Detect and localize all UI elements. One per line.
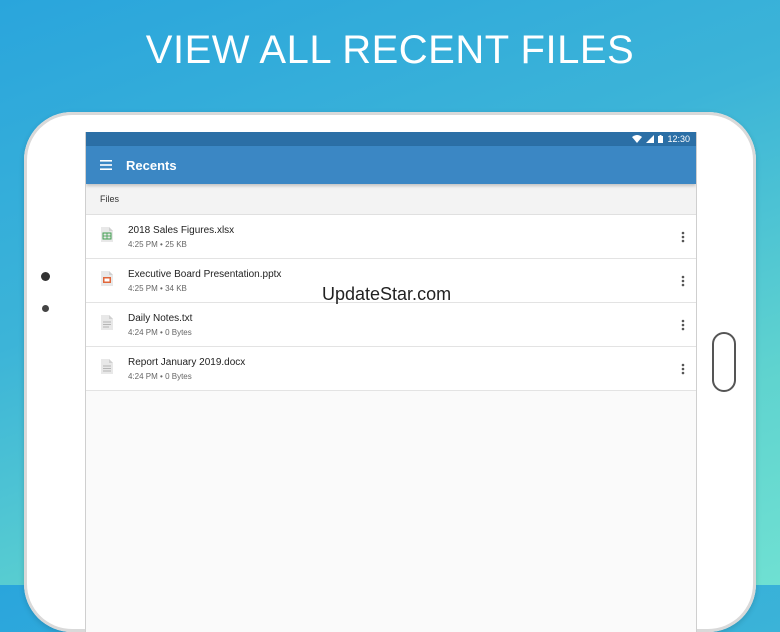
file-meta: 4:24 PM • 0 Bytes (128, 371, 192, 381)
text-file-icon (101, 314, 113, 335)
section-header-files: Files (86, 184, 696, 215)
sensor (42, 305, 49, 312)
file-name: 2018 Sales Figures.xlsx (128, 224, 235, 236)
file-meta: 4:25 PM • 25 KB (128, 239, 187, 249)
watermark: UpdateStar.com (322, 284, 452, 304)
tablet-frame: 12:30 Recents Files 2018 Sales Figures.x… (24, 112, 756, 632)
document-file-icon (101, 358, 113, 379)
file-name: Report January 2019.docx (128, 356, 246, 368)
file-row[interactable]: 2018 Sales Figures.xlsx 4:25 PM • 25 KB (86, 215, 696, 259)
signal-icon (646, 135, 655, 143)
more-options-icon[interactable] (670, 275, 696, 287)
app-screen: 12:30 Recents Files 2018 Sales Figures.x… (85, 132, 697, 632)
more-options-icon[interactable] (670, 319, 696, 331)
front-camera (41, 272, 50, 281)
file-meta: 4:24 PM • 0 Bytes (128, 327, 192, 337)
spreadsheet-file-icon (101, 226, 113, 247)
page-title: Recents (126, 157, 177, 173)
more-options-icon[interactable] (670, 363, 696, 375)
battery-icon (658, 135, 664, 143)
home-button[interactable] (712, 332, 736, 392)
status-time: 12:30 (667, 134, 690, 144)
file-row[interactable]: Daily Notes.txt 4:24 PM • 0 Bytes (86, 303, 696, 347)
file-name: Daily Notes.txt (128, 312, 193, 324)
file-row[interactable]: Report January 2019.docx 4:24 PM • 0 Byt… (86, 347, 696, 391)
presentation-file-icon (101, 270, 113, 291)
file-name: Executive Board Presentation.pptx (128, 268, 282, 280)
app-bar: Recents (86, 146, 696, 184)
headline: VIEW ALL RECENT FILES (145, 28, 635, 72)
more-options-icon[interactable] (670, 231, 696, 243)
hamburger-menu-icon[interactable] (86, 160, 126, 170)
status-bar: 12:30 (86, 132, 696, 146)
wifi-icon (632, 135, 643, 143)
